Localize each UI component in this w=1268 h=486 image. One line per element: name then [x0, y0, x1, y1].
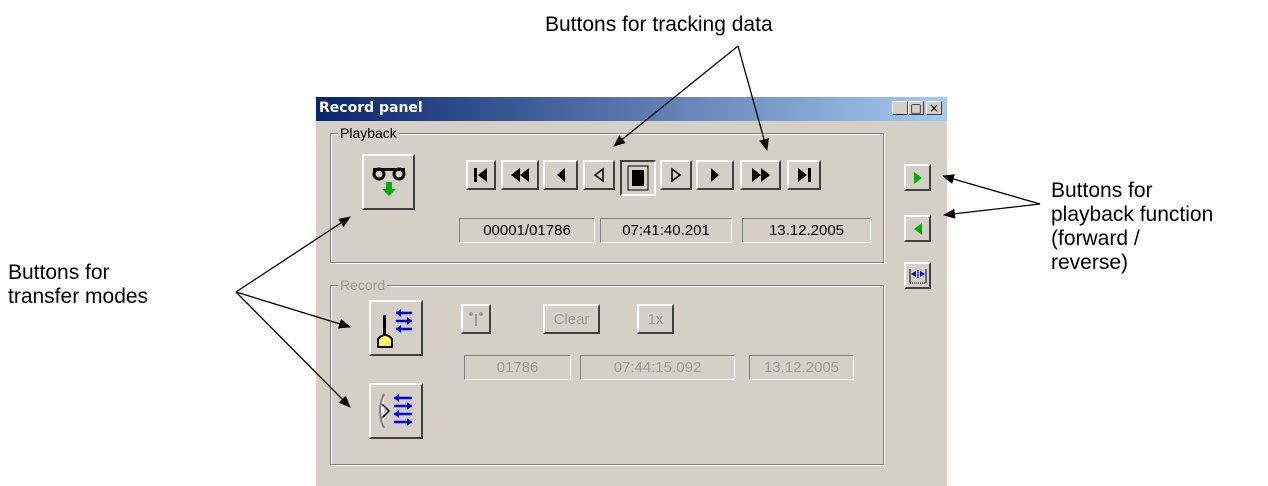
arrow-playback-reverse	[943, 203, 1041, 219]
arrow-tracking-left	[613, 45, 739, 147]
callout-arrows	[235, 45, 1041, 408]
arrow-transfer-top	[235, 216, 351, 293]
arrow-playback-forward	[942, 174, 1041, 205]
arrow-tracking-right	[737, 45, 769, 151]
